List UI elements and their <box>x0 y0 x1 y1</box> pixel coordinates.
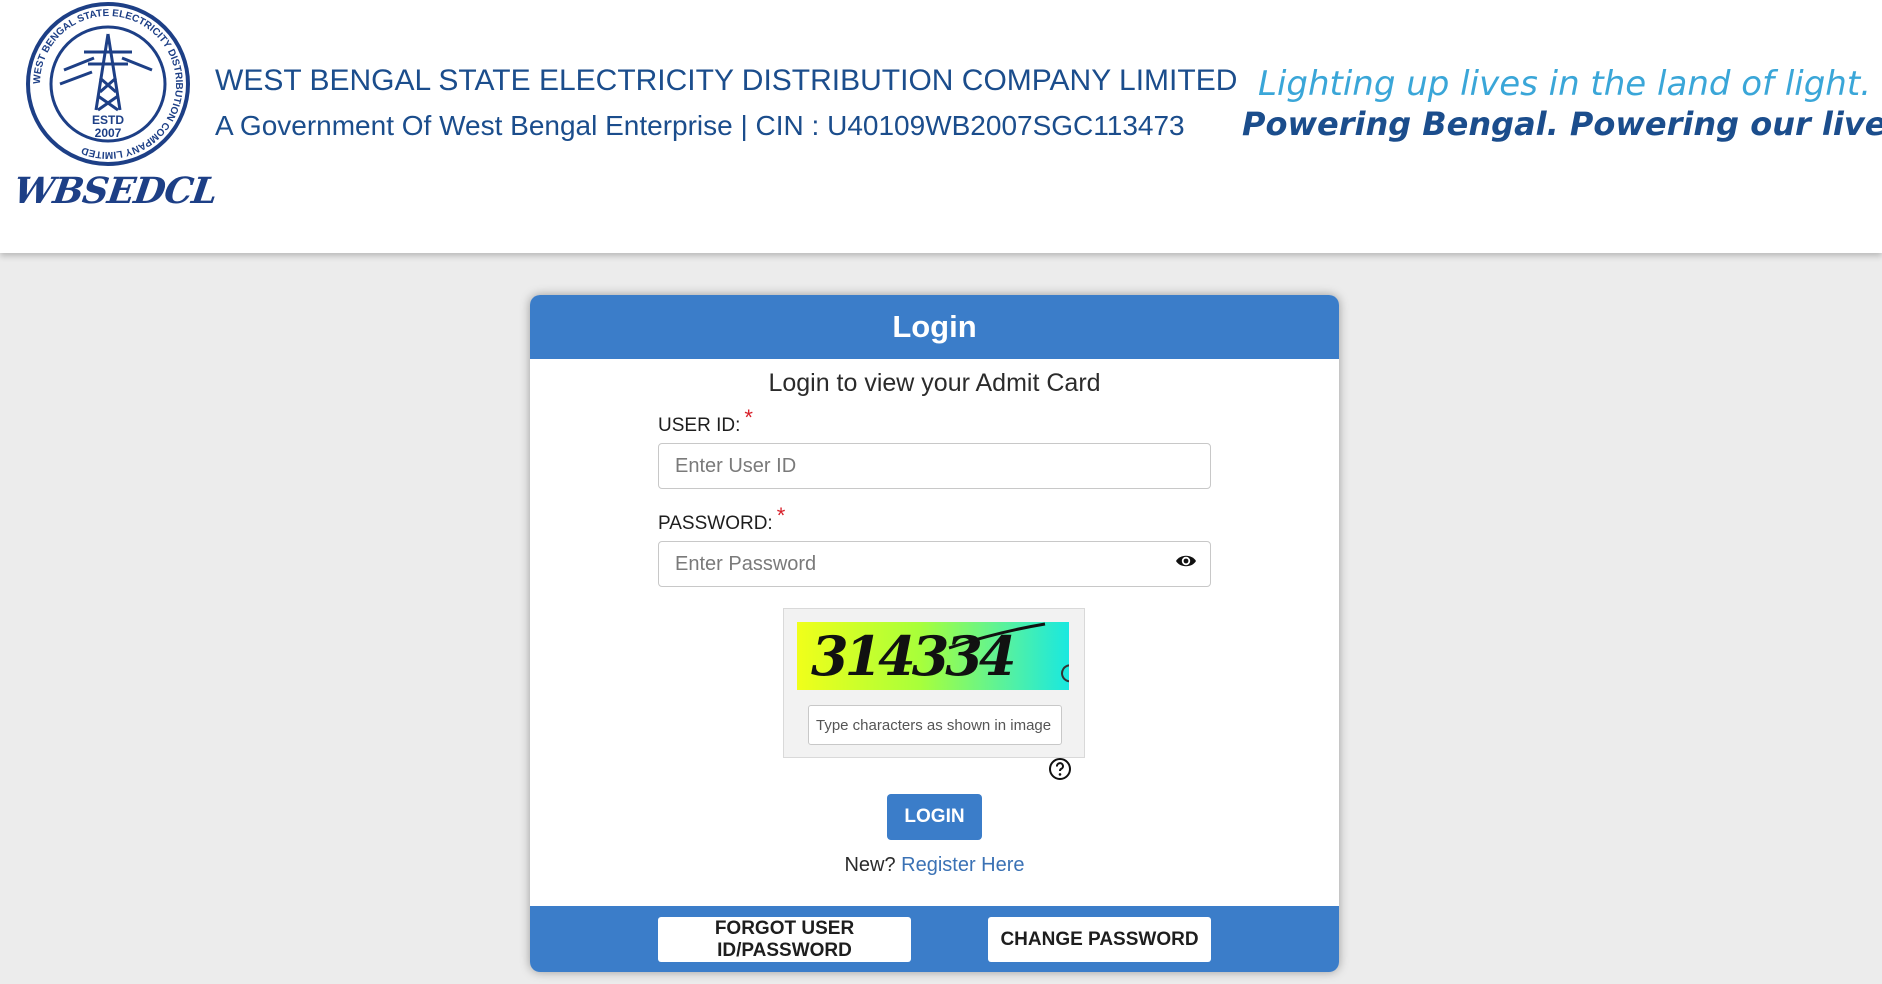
user-id-label: USER ID: * <box>658 405 753 437</box>
logo[interactable]: WEST BENGAL STATE ELECTRICITY DISTRIBUTI… <box>10 0 219 253</box>
user-id-label-text: USER ID: <box>658 415 741 436</box>
logo-wordmark: WBSEDCL <box>11 170 220 212</box>
captcha-panel: 314334 <box>783 608 1085 758</box>
eye-icon[interactable] <box>1175 553 1197 569</box>
password-label: PASSWORD: * <box>658 503 785 535</box>
register-line: New? Register Here <box>530 854 1339 877</box>
company-subtitle: A Government Of West Bengal Enterprise |… <box>215 110 1185 141</box>
company-name: WEST BENGAL STATE ELECTRICITY DISTRIBUTI… <box>215 64 1238 97</box>
login-button[interactable]: LOGIN <box>887 794 982 840</box>
refresh-icon[interactable] <box>1059 662 1069 684</box>
required-mark: * <box>776 503 786 528</box>
login-title: Login <box>530 295 1339 359</box>
captcha-strike-line <box>948 622 1046 650</box>
forgot-credentials-button[interactable]: FORGOT USER ID/PASSWORD <box>658 917 911 962</box>
help-icon[interactable] <box>1048 757 1072 781</box>
seal-logo-icon: WEST BENGAL STATE ELECTRICITY DISTRIBUTI… <box>26 2 190 166</box>
login-card: Login Login to view your Admit Card USER… <box>530 295 1339 972</box>
svg-text:ESTD: ESTD <box>92 113 124 127</box>
svg-text:2007: 2007 <box>95 126 122 140</box>
register-prompt: New? <box>844 854 896 876</box>
user-id-input[interactable] <box>658 443 1211 489</box>
tagline-secondary: Powering Bengal. Powering our lives... <box>1242 105 1882 143</box>
captcha-input[interactable] <box>808 705 1062 745</box>
captcha-image: 314334 <box>797 622 1069 690</box>
required-mark: * <box>744 405 753 430</box>
password-input[interactable] <box>658 541 1211 587</box>
password-label-text: PASSWORD: <box>658 513 773 534</box>
card-footer: FORGOT USER ID/PASSWORD CHANGE PASSWORD <box>530 906 1339 972</box>
tagline-primary: Lighting up lives in the land of light. <box>1258 64 1871 104</box>
login-subtitle: Login to view your Admit Card <box>768 369 1101 397</box>
register-link[interactable]: Register Here <box>901 854 1024 876</box>
site-header: WEST BENGAL STATE ELECTRICITY DISTRIBUTI… <box>0 0 1882 253</box>
change-password-button[interactable]: CHANGE PASSWORD <box>988 917 1211 962</box>
